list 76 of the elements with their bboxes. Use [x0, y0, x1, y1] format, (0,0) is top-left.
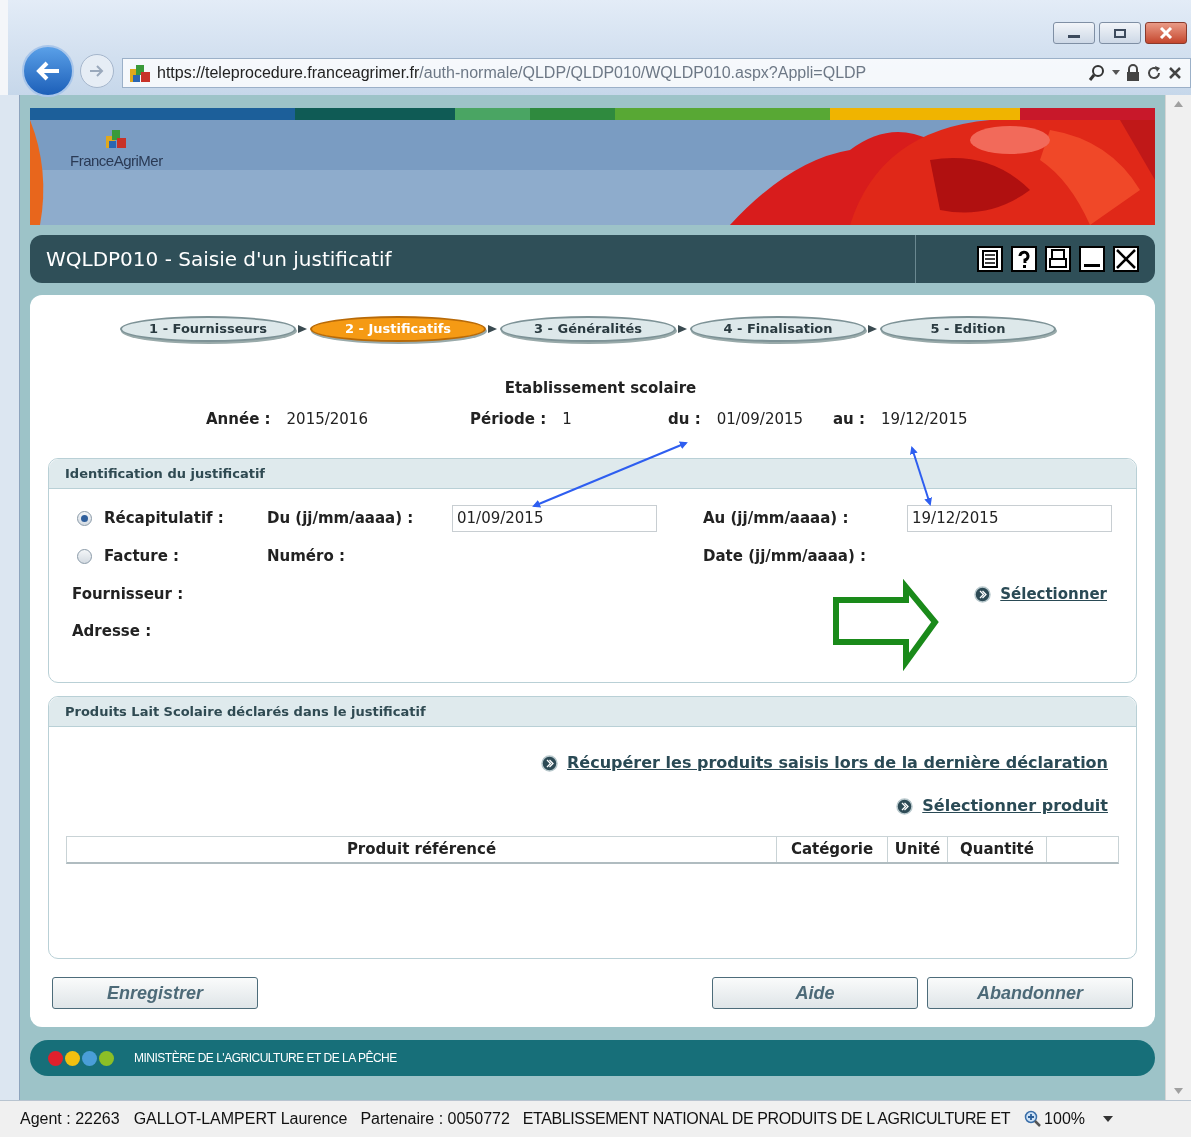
forward-arrow-icon: [89, 64, 105, 78]
chevron-bullet-icon: [896, 797, 914, 815]
step-tab[interactable]: 1 - Fournisseurs: [120, 316, 296, 342]
close-icon: [1159, 27, 1173, 39]
agent-text: Agent : 22263: [20, 1109, 120, 1129]
step-arrow-icon: [868, 324, 878, 334]
panel-heading: Identification du justificatif: [49, 459, 1136, 489]
stop-icon[interactable]: [1168, 66, 1182, 80]
dropdown-icon[interactable]: [1112, 70, 1120, 76]
logo-icon: [104, 128, 129, 150]
field-label: Numéro :: [267, 545, 345, 567]
field-label: Date (jj/mm/aaaa) :: [703, 545, 867, 567]
option-label: Récapitulatif :: [104, 507, 224, 529]
field-value: 01/09/2015: [716, 408, 804, 430]
page-title: WQLDP010 - Saisie d'un justificatif: [45, 246, 393, 273]
agent-name: GALLOT-LAMPERT Laurence: [133, 1109, 348, 1129]
back-button[interactable]: [22, 45, 74, 97]
footer-text: MINISTÈRE DE L'AGRICULTURE ET DE LA PÊCHE: [134, 1049, 397, 1067]
site-icon: [129, 63, 151, 83]
step-arrow-icon: [298, 324, 308, 334]
form-button[interactable]: Abandonner: [927, 977, 1133, 1009]
step-tab[interactable]: 5 - Edition: [880, 316, 1056, 342]
zoom-level[interactable]: 100%: [1044, 1107, 1085, 1131]
annotation-arrow: [910, 446, 932, 506]
field-label: du :: [668, 408, 701, 430]
lock-icon[interactable]: [1126, 64, 1140, 82]
panel-heading: Produits Lait Scolaire déclarés dans le justificatif: [49, 697, 1136, 727]
step-arrow-icon: [488, 324, 498, 334]
close-button[interactable]: [1145, 22, 1187, 44]
logo-text: FranceAgriMer: [70, 151, 163, 171]
date-field[interactable]: 19/12/2015: [907, 504, 1112, 532]
calculator-icon[interactable]: [977, 246, 1003, 272]
column-header: Quantité: [948, 837, 1047, 862]
field-label: Période :: [470, 408, 547, 430]
radio-button[interactable]: [77, 510, 92, 526]
section-heading: Etablissement scolaire: [503, 378, 698, 399]
step-tab[interactable]: 4 - Finalisation: [690, 316, 866, 342]
zoom-icon[interactable]: [1024, 1110, 1043, 1128]
action-link[interactable]: Récupérer les produits saisis lors de la dernière déclaration: [567, 751, 1108, 775]
dropdown-icon[interactable]: [1103, 1116, 1113, 1122]
select-link[interactable]: Sélectionner: [1000, 582, 1107, 606]
address-bar[interactable]: https://teleprocedure.franceagrimer.fr/auth-normale/QLDP/QLDP010/WQLDP010.aspx?Appli=QLDP: [122, 58, 1191, 88]
field-value: 1: [562, 408, 572, 430]
field-label: Année :: [206, 408, 271, 430]
help-icon[interactable]: [1011, 246, 1037, 272]
column-header: Unité: [888, 837, 948, 862]
search-icon[interactable]: [1088, 64, 1106, 82]
step-arrow-icon: [678, 324, 688, 334]
chevron-bullet-icon: [541, 754, 558, 772]
url-text: https://teleprocedure.franceagrimer.fr/auth-normale/QLDP/QLDP010/WQLDP010.aspx?Appli=QLDP: [157, 63, 867, 83]
form-button[interactable]: Enregistrer: [52, 977, 258, 1009]
action-link[interactable]: Sélectionner produit: [922, 794, 1108, 818]
maximize-button[interactable]: [1099, 22, 1141, 44]
field-label: au :: [833, 408, 866, 430]
close-icon[interactable]: [1113, 246, 1139, 272]
field-label: Du (jj/mm/aaaa) :: [267, 507, 414, 529]
form-button[interactable]: Aide: [712, 977, 918, 1009]
field-label: Adresse :: [72, 621, 152, 643]
chevron-bullet-icon: [974, 585, 992, 603]
column-header: Produit référencé: [67, 837, 777, 862]
step-tab[interactable]: 3 - Généralités: [500, 316, 676, 342]
back-arrow-icon: [35, 60, 61, 82]
minimize-button[interactable]: [1053, 22, 1095, 44]
print-icon[interactable]: [1045, 246, 1071, 272]
radio-button[interactable]: [77, 548, 92, 564]
field-value: 19/12/2015: [881, 408, 968, 430]
column-header: Catégorie: [777, 837, 888, 862]
partner-text: Partenaire : 0050772: [360, 1109, 510, 1129]
date-field[interactable]: 01/09/2015: [452, 504, 657, 532]
refresh-icon[interactable]: [1146, 65, 1162, 81]
field-label: Fournisseur :: [72, 583, 184, 605]
field-label: Au (jj/mm/aaaa) :: [703, 507, 849, 529]
organisation-text: ETABLISSEMENT NATIONAL DE PRODUITS DE L AGRICULTURE ET: [522, 1109, 1011, 1129]
minimize-icon[interactable]: [1079, 246, 1105, 272]
option-label: Facture :: [104, 545, 180, 567]
field-value: 2015/2016: [286, 408, 368, 430]
